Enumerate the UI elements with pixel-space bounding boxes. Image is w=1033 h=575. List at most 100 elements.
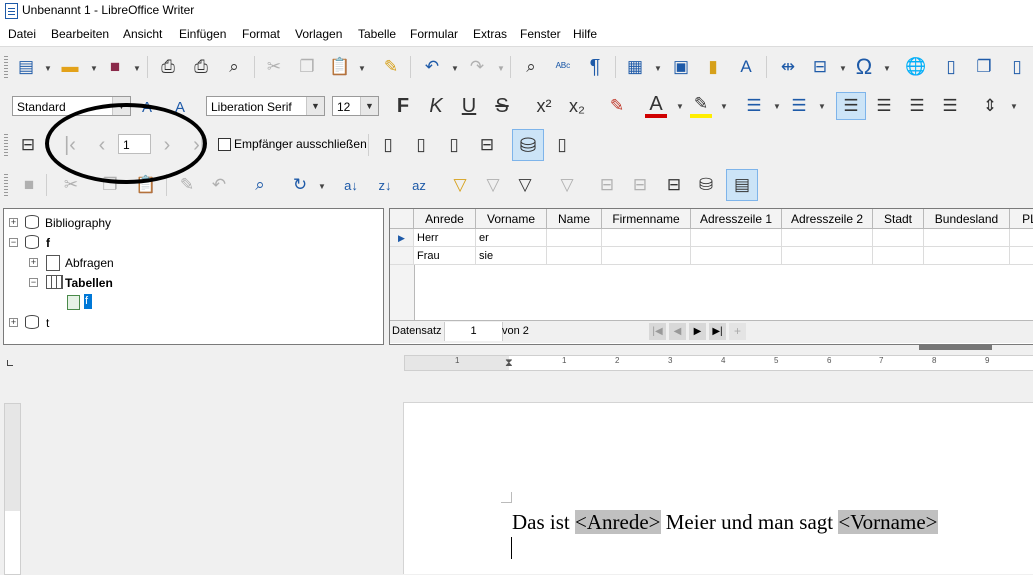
font-size-combo[interactable]: 12 ▼ bbox=[332, 96, 379, 116]
font-name-combo[interactable]: Liberation Serif ▼ bbox=[206, 96, 325, 116]
next-record-button[interactable]: ▶ bbox=[689, 323, 706, 340]
table-dropdown-icon[interactable]: ▼ bbox=[654, 64, 662, 73]
find-replace-icon[interactable]: ⌕ bbox=[520, 56, 542, 78]
indent-marker-icon[interactable]: ⧗ bbox=[505, 357, 513, 370]
comment-icon[interactable]: ❐ bbox=[973, 56, 995, 78]
tree-item-f[interactable]: f bbox=[46, 234, 50, 252]
column-header[interactable]: Vorname bbox=[476, 209, 547, 229]
column-header[interactable]: PL bbox=[1010, 209, 1033, 229]
toolbar-grip[interactable] bbox=[4, 56, 8, 78]
highlight-icon[interactable]: ✎ bbox=[690, 94, 712, 118]
table-cell[interactable] bbox=[1010, 247, 1033, 265]
field-dropdown-icon[interactable]: ▼ bbox=[839, 64, 847, 73]
paragraph-style-combo[interactable]: Standard ▼ bbox=[12, 96, 131, 116]
font-color-dropdown-icon[interactable]: ▼ bbox=[676, 102, 684, 111]
splitter[interactable] bbox=[0, 345, 1033, 349]
menu-hilfe[interactable]: Hilfe bbox=[573, 27, 597, 41]
expand-icon[interactable]: + bbox=[9, 218, 18, 227]
mailmerge-field-vorname[interactable]: <Vorname> bbox=[838, 510, 938, 534]
page-break-icon[interactable]: ⇹ bbox=[777, 56, 799, 78]
mailmerge-wizard-icon[interactable]: ▯ bbox=[551, 134, 573, 156]
document-paragraph[interactable]: Das ist <Anrede> Meier und man sagt <Vor… bbox=[512, 510, 938, 535]
data-to-fields-icon[interactable]: ⊟ bbox=[629, 174, 651, 196]
paste-dropdown-icon[interactable]: ▼ bbox=[358, 64, 366, 73]
collapse-icon[interactable]: − bbox=[29, 278, 38, 287]
print-icon[interactable]: ⎙ bbox=[190, 56, 212, 78]
special-char-dropdown-icon[interactable]: ▼ bbox=[883, 64, 891, 73]
table-cell[interactable] bbox=[782, 229, 873, 247]
undo-record-icon[interactable]: ↶ bbox=[208, 174, 230, 196]
insert-chart-icon[interactable]: ▮ bbox=[702, 56, 724, 78]
vertical-ruler[interactable] bbox=[4, 403, 21, 575]
align-left-icon[interactable]: ☰ bbox=[836, 92, 866, 120]
numbered-dropdown-icon[interactable]: ▼ bbox=[818, 102, 826, 111]
paste-icon[interactable]: 📋 bbox=[135, 174, 157, 196]
table-cell[interactable] bbox=[691, 247, 782, 265]
menu-bearbeiten[interactable]: Bearbeiten bbox=[51, 27, 109, 41]
insert-table-icon[interactable]: ▦ bbox=[624, 56, 646, 78]
menu-datei[interactable]: Datei bbox=[8, 27, 36, 41]
line-spacing-icon[interactable]: ⇕ bbox=[979, 95, 1001, 117]
bullet-dropdown-icon[interactable]: ▼ bbox=[773, 102, 781, 111]
apply-filter-icon[interactable]: ▽ bbox=[482, 174, 504, 196]
data-to-text-icon[interactable]: ⊟ bbox=[596, 174, 618, 196]
column-header[interactable]: Name bbox=[547, 209, 602, 229]
table-cell[interactable] bbox=[924, 247, 1010, 265]
chevron-down-icon[interactable]: ▼ bbox=[306, 97, 324, 115]
next-record-icon[interactable]: › bbox=[156, 134, 178, 156]
menu-formular[interactable]: Formular bbox=[410, 27, 458, 41]
edit-data-icon[interactable]: ✎ bbox=[176, 174, 198, 196]
tab-stop-icon[interactable] bbox=[7, 360, 13, 366]
autofilter-icon[interactable]: ▽ bbox=[449, 174, 471, 196]
export-pdf-icon[interactable]: ⎙ bbox=[157, 56, 179, 78]
sort-ascending-icon[interactable]: a↓ bbox=[340, 174, 362, 196]
document-page[interactable]: Das ist <Anrede> Meier und man sagt <Vor… bbox=[403, 402, 1033, 574]
numbered-list-icon[interactable]: ☰ bbox=[788, 95, 810, 117]
align-right-icon[interactable]: ☰ bbox=[906, 95, 928, 117]
align-center-icon[interactable]: ☰ bbox=[873, 95, 895, 117]
expand-icon[interactable]: + bbox=[29, 258, 38, 267]
column-header[interactable]: Adresszeile 1 bbox=[691, 209, 782, 229]
data-source-current-icon[interactable]: ⛁ bbox=[695, 174, 717, 196]
refresh-icon[interactable]: ↻ bbox=[289, 174, 311, 196]
formatting-marks-icon[interactable]: ¶ bbox=[584, 56, 606, 78]
address-list-icon[interactable]: ⊟ bbox=[17, 134, 39, 156]
table-cell[interactable]: er bbox=[476, 229, 547, 247]
cut-icon[interactable]: ✂ bbox=[60, 174, 82, 196]
strikethrough-icon[interactable]: S bbox=[491, 95, 513, 117]
insert-textbox-icon[interactable]: A bbox=[735, 56, 757, 78]
exclude-recipient-checkbox[interactable] bbox=[218, 138, 231, 151]
font-color-icon[interactable]: A bbox=[645, 93, 667, 118]
send-email-icon[interactable]: ⊟ bbox=[476, 134, 498, 156]
undo-dropdown-icon[interactable]: ▼ bbox=[451, 64, 459, 73]
find-record-icon[interactable]: ⌕ bbox=[249, 174, 271, 196]
column-header[interactable]: Adresszeile 2 bbox=[782, 209, 873, 229]
record-number-input[interactable]: 1 bbox=[118, 134, 151, 154]
table-cell[interactable] bbox=[547, 229, 602, 247]
table-cell[interactable] bbox=[782, 247, 873, 265]
clone-formatting-icon[interactable]: ✎ bbox=[380, 56, 402, 78]
explorer-toggle-icon[interactable]: ▤ bbox=[726, 169, 758, 201]
menu-extras[interactable]: Extras bbox=[473, 27, 507, 41]
table-cell[interactable] bbox=[924, 229, 1010, 247]
redo-dropdown-icon[interactable]: ▼ bbox=[497, 64, 505, 73]
save-icon[interactable]: ■ bbox=[104, 56, 126, 78]
table-cell[interactable] bbox=[873, 247, 924, 265]
footnote-icon[interactable]: ▯ bbox=[940, 56, 962, 78]
table-cell[interactable]: Herr bbox=[414, 229, 476, 247]
table-cell[interactable] bbox=[1010, 229, 1033, 247]
tree-item-abfragen[interactable]: Abfragen bbox=[65, 254, 114, 272]
previous-record-button[interactable]: ◀ bbox=[669, 323, 686, 340]
first-record-button[interactable]: |◀ bbox=[649, 323, 666, 340]
toolbar-grip[interactable] bbox=[4, 134, 8, 156]
edit-document-icon[interactable]: ▯ bbox=[377, 134, 399, 156]
save-dropdown-icon[interactable]: ▼ bbox=[133, 64, 141, 73]
print-preview-icon[interactable]: ⌕ bbox=[223, 56, 245, 78]
horizontal-ruler[interactable]: ⧗ 1 1 2 3 4 5 6 7 8 9 bbox=[404, 355, 1033, 371]
sort-descending-icon[interactable]: z↓ bbox=[374, 174, 396, 196]
redo-icon[interactable]: ↷ bbox=[466, 56, 488, 78]
refresh-dropdown-icon[interactable]: ▼ bbox=[318, 182, 326, 191]
table-cell[interactable] bbox=[547, 247, 602, 265]
table-cell[interactable]: sie bbox=[476, 247, 547, 265]
toolbar-grip[interactable] bbox=[4, 174, 8, 196]
